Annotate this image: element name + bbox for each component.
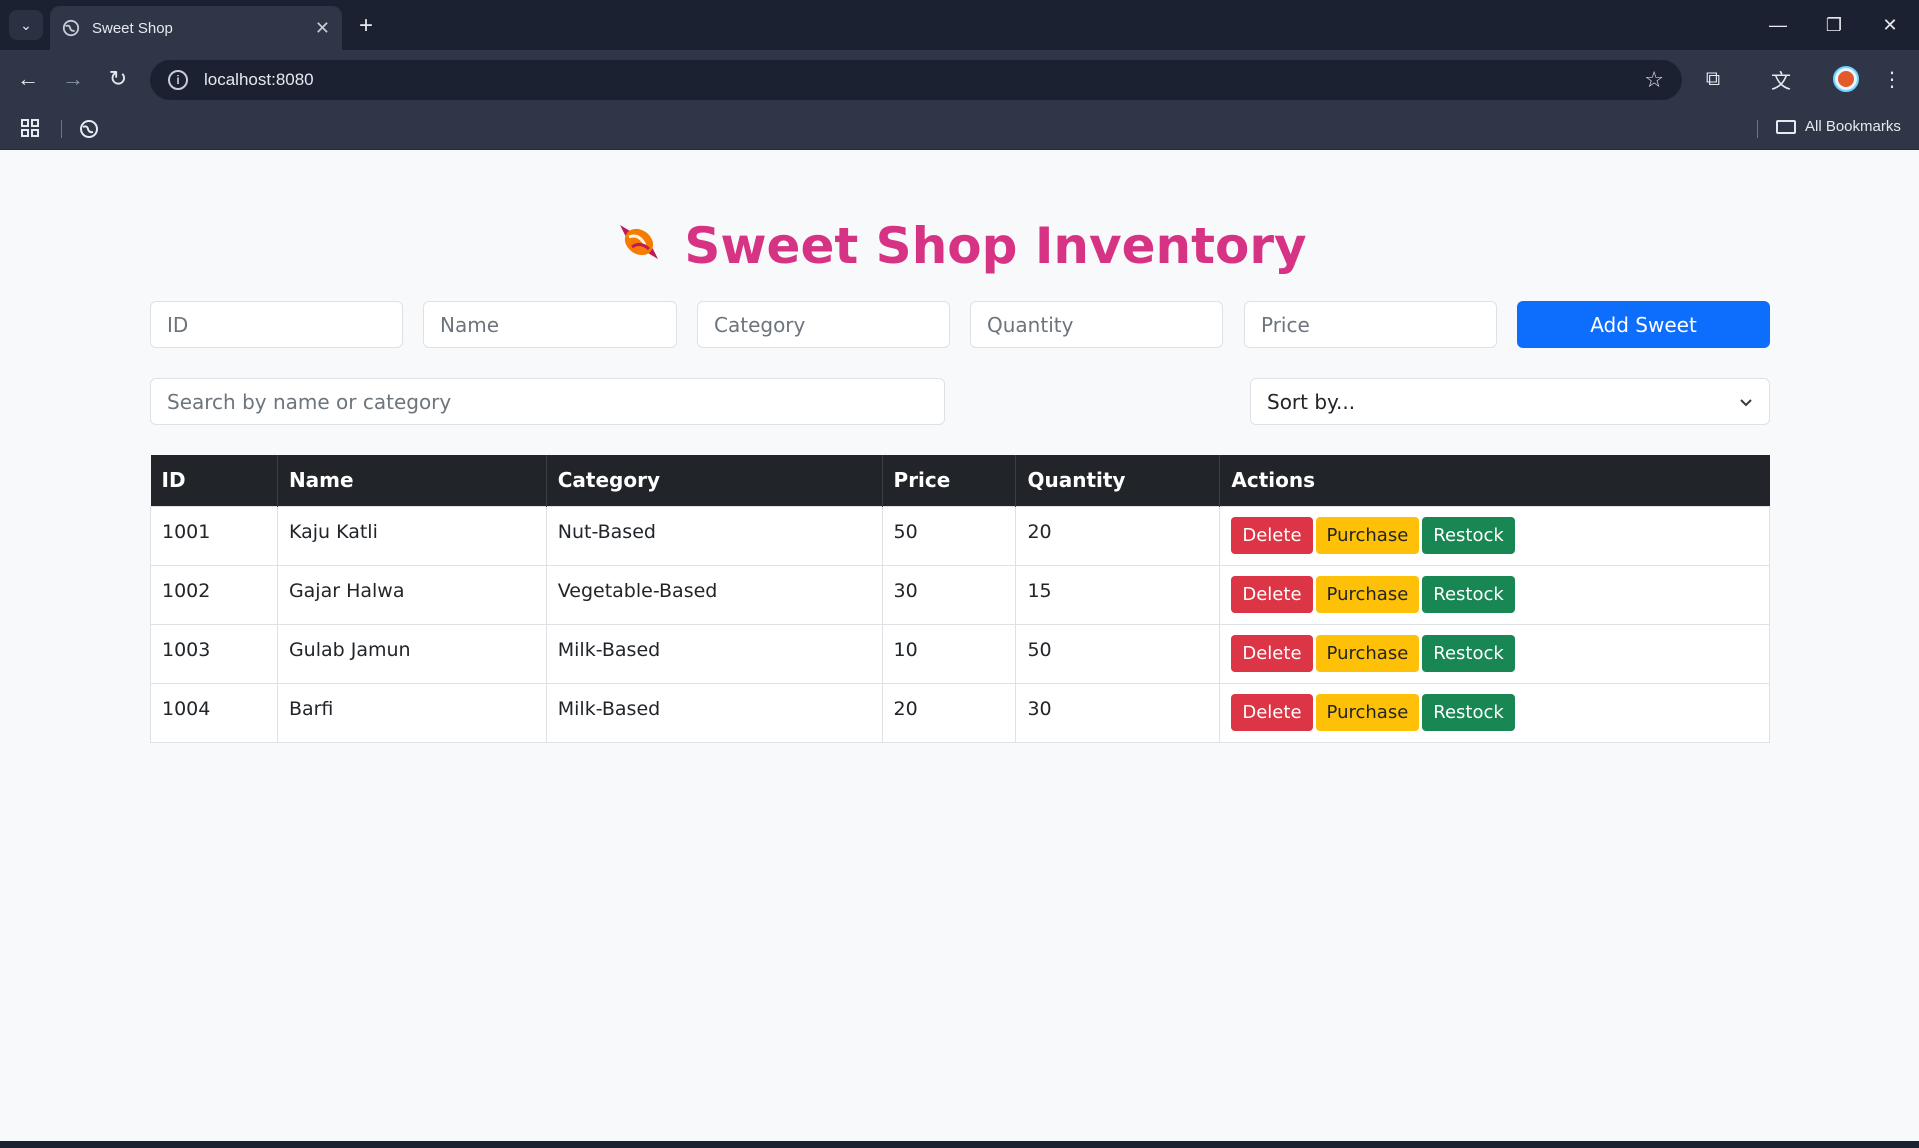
cell-category: Vegetable-Based [545,564,883,625]
page-content: Sweet Shop Inventory Add Sweet Sort by..… [0,151,1919,1141]
page-title-text: Sweet Shop Inventory [684,217,1307,275]
inventory-table: ID Name Category Price Quantity Actions … [150,455,1770,743]
globe-icon [62,19,80,37]
table-row: 1001 Kaju Katli Nut-Based 50 20 Delete Pu… [150,505,1770,566]
table-row: 1004 Barfi Milk-Based 20 30 Delete Purcha… [150,682,1770,743]
restock-button[interactable]: Restock [1422,575,1515,613]
translate-icon[interactable]: 文 [1766,64,1796,94]
minimize-icon[interactable]: — [1758,10,1798,40]
delete-button[interactable]: Delete [1231,516,1313,554]
quantity-input[interactable] [970,301,1223,348]
cell-price: 20 [881,682,1017,743]
name-input[interactable] [423,301,677,348]
bookmark-divider [61,120,62,138]
window-close-icon[interactable]: ✕ [1870,10,1910,40]
column-header-category[interactable]: Category [546,455,883,506]
restock-button[interactable]: Restock [1422,634,1515,672]
address-bar[interactable]: i localhost:8080 ☆ [150,60,1682,100]
candy-icon [620,225,659,259]
cell-name: Barfi [276,682,547,743]
browser-toolbar: ← → ↻ i localhost:8080 ☆ ⧉ 文 ⋮ [0,50,1919,108]
column-header-name[interactable]: Name [277,455,547,506]
globe-icon[interactable] [79,119,99,139]
folder-icon [1776,119,1796,134]
tab-search-button[interactable]: ⌄ [9,10,43,40]
cell-id: 1001 [150,505,278,566]
tab-close-icon[interactable]: ✕ [315,18,330,39]
delete-button[interactable]: Delete [1231,693,1313,731]
chevron-down-icon [1740,398,1752,406]
add-sweet-button[interactable]: Add Sweet [1517,301,1770,348]
cell-price: 30 [881,564,1017,625]
table-header-row: ID Name Category Price Quantity Actions [150,455,1770,506]
bookmarks-bar: All Bookmarks [0,108,1919,150]
delete-button[interactable]: Delete [1231,575,1313,613]
cell-name: Gajar Halwa [276,564,547,625]
purchase-button[interactable]: Purchase [1315,516,1420,554]
chevron-down-icon: ⌄ [20,16,32,33]
cell-price: 50 [881,505,1017,566]
purchase-button[interactable]: Purchase [1315,693,1420,731]
cell-actions: Delete Purchase Restock [1219,623,1770,684]
restock-button[interactable]: Restock [1422,516,1515,554]
cell-category: Nut-Based [545,505,883,566]
purchase-button[interactable]: Purchase [1315,634,1420,672]
back-icon[interactable]: ← [13,64,43,94]
restore-icon[interactable]: ❐ [1814,10,1854,40]
cell-actions: Delete Purchase Restock [1219,564,1770,625]
cell-category: Milk-Based [545,682,883,743]
price-input[interactable] [1244,301,1497,348]
site-info-icon[interactable]: i [168,70,188,90]
search-input[interactable] [150,378,945,425]
cell-quantity: 15 [1015,564,1221,625]
cell-name: Gulab Jamun [276,623,547,684]
restock-button[interactable]: Restock [1422,693,1515,731]
reload-icon[interactable]: ↻ [103,64,133,94]
sort-select[interactable]: Sort by... [1250,378,1770,425]
cell-price: 10 [881,623,1017,684]
category-input[interactable] [697,301,950,348]
cell-category: Milk-Based [545,623,883,684]
taskbar-edge [0,1141,1919,1148]
cell-id: 1004 [150,682,278,743]
column-header-price[interactable]: Price [882,455,1017,506]
purchase-button[interactable]: Purchase [1315,575,1420,613]
new-tab-button[interactable]: + [352,12,380,40]
cell-quantity: 50 [1015,623,1221,684]
table-row: 1002 Gajar Halwa Vegetable-Based 30 15 D… [150,564,1770,625]
bookmark-star-icon[interactable]: ☆ [1644,67,1664,93]
bookmark-divider [1757,120,1758,138]
apps-grid-icon[interactable] [20,118,42,140]
column-header-actions: Actions [1219,455,1770,506]
cell-name: Kaju Katli [276,505,547,566]
page-title: Sweet Shop Inventory [0,215,1919,275]
sort-select-value: Sort by... [1267,389,1356,414]
browser-tab[interactable]: Sweet Shop ✕ [50,6,342,50]
column-header-id[interactable]: ID [150,455,278,506]
cell-actions: Delete Purchase Restock [1219,682,1770,743]
cell-id: 1003 [150,623,278,684]
cell-quantity: 30 [1015,682,1221,743]
all-bookmarks-button[interactable]: All Bookmarks [1776,118,1901,135]
cell-id: 1002 [150,564,278,625]
extensions-icon[interactable]: ⧉ [1698,64,1728,94]
cell-quantity: 20 [1015,505,1221,566]
cell-actions: Delete Purchase Restock [1219,505,1770,566]
table-row: 1003 Gulab Jamun Milk-Based 10 50 Delete… [150,623,1770,684]
forward-icon[interactable]: → [58,64,88,94]
browser-tabstrip: ⌄ Sweet Shop ✕ + — ❐ ✕ [0,0,1919,50]
url-text: localhost:8080 [204,70,314,89]
column-header-quantity[interactable]: Quantity [1015,455,1221,506]
menu-kebab-icon[interactable]: ⋮ [1877,64,1907,94]
tab-title: Sweet Shop [92,19,173,37]
profile-avatar[interactable] [1833,66,1859,92]
delete-button[interactable]: Delete [1231,634,1313,672]
id-input[interactable] [150,301,403,348]
all-bookmarks-label: All Bookmarks [1805,118,1901,135]
